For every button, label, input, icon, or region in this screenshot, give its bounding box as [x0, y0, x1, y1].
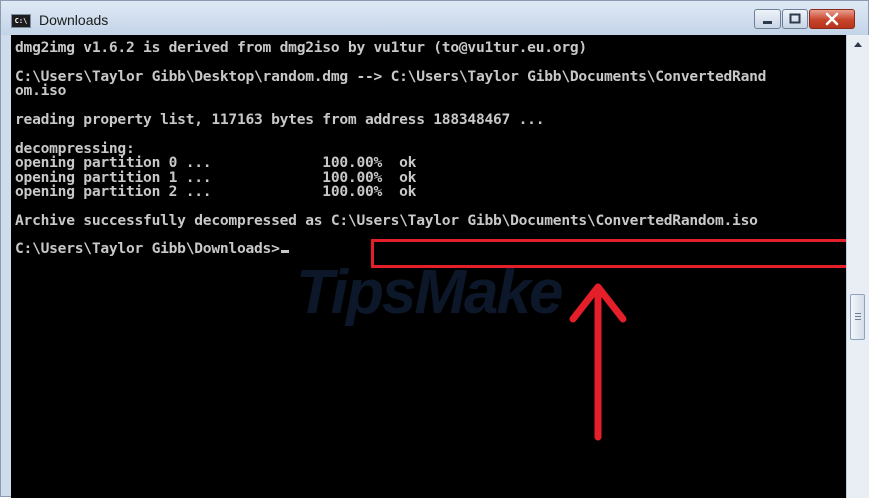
console-icon: C:\ [11, 14, 31, 28]
maximize-icon [789, 13, 801, 24]
close-button[interactable] [809, 9, 855, 29]
console-line: C:\Users\Taylor Gibb\Desktop\random.dmg … [15, 67, 767, 85]
scroll-thumb[interactable] [850, 294, 865, 340]
text-cursor [280, 250, 289, 254]
console-line: om.iso [15, 82, 67, 100]
minimize-icon [763, 21, 772, 24]
watermark: TipsMake [296, 258, 563, 327]
scroll-up-button[interactable] [847, 35, 869, 53]
red-arrow-annotation [569, 283, 627, 441]
title-bar[interactable]: C:\ Downloads [1, 1, 868, 35]
vertical-scrollbar[interactable] [846, 35, 869, 498]
console-line: dmg2img v1.6.2 is derived from dmg2iso b… [15, 39, 587, 56]
grip-line [855, 319, 861, 320]
grip-line [855, 316, 861, 317]
grip-line [855, 313, 861, 314]
close-icon [825, 12, 839, 26]
minimize-button[interactable] [754, 9, 781, 29]
console-output-area[interactable]: dmg2img v1.6.2 is derived from dmg2iso b… [11, 35, 846, 498]
maximize-button[interactable] [782, 9, 808, 29]
window-title: Downloads [39, 12, 109, 28]
console-line: C:\Users\Taylor Gibb\Downloads> [15, 241, 766, 256]
scroll-up-arrow-icon [854, 42, 862, 47]
console-window: C:\ Downloads dmg2img v1.6.2 is derived … [0, 0, 869, 498]
console-line: Archive successfully decompressed as C:\… [15, 211, 758, 229]
console-line: reading property list, 117163 bytes from… [15, 110, 545, 128]
console-line: opening partition 2 ... 100.00% ok [15, 182, 417, 200]
console-text: dmg2img v1.6.2 is derived from dmg2iso b… [15, 39, 767, 257]
